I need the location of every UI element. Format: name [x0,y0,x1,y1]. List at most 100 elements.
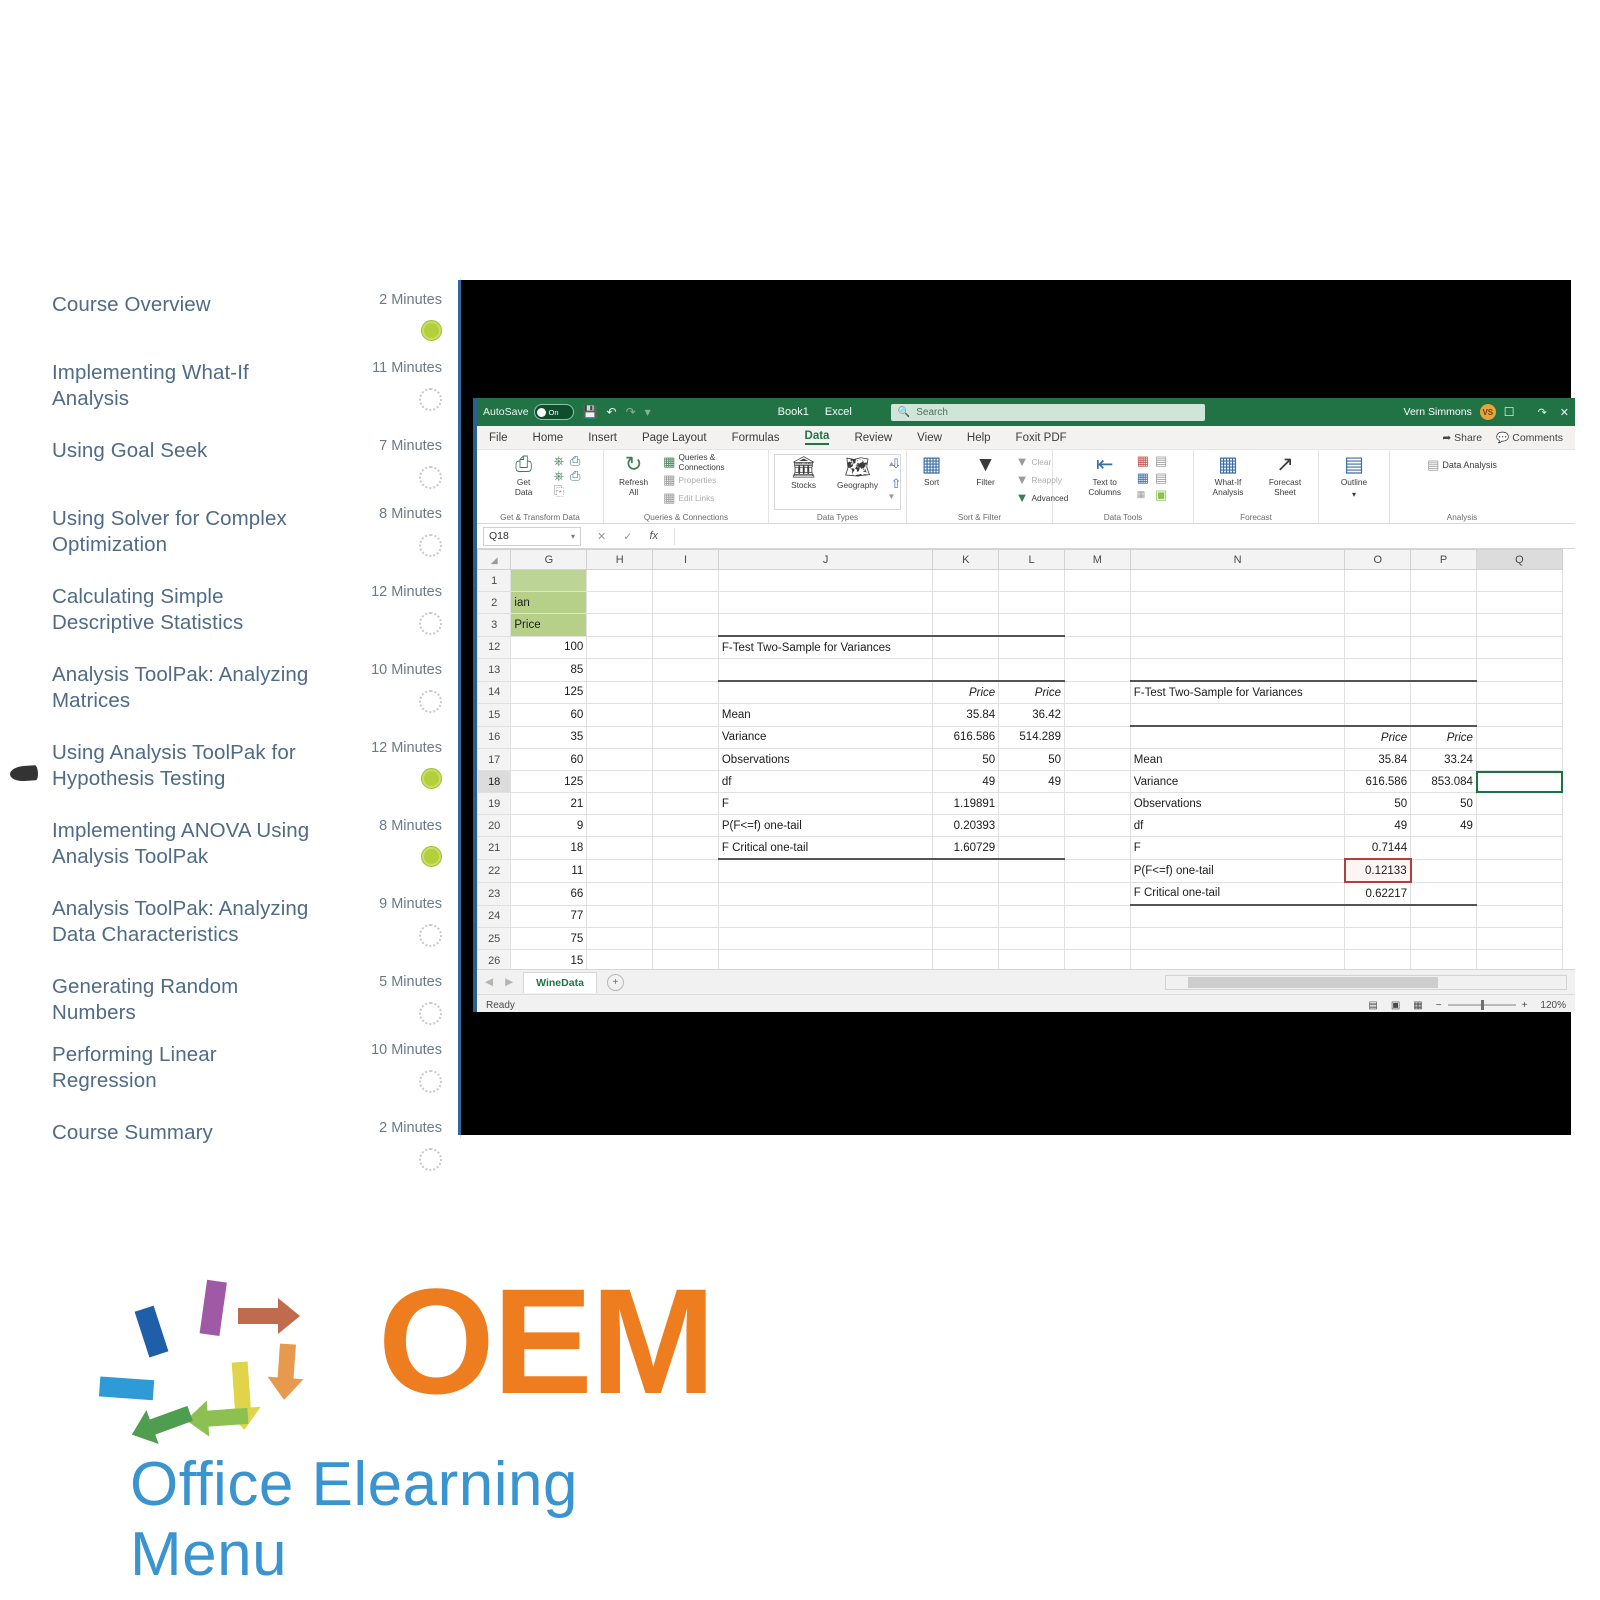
grid-cell-I13[interactable] [652,658,719,682]
course-lesson-item[interactable]: Analysis ToolPak: Analyzing Matrices 10 M… [0,662,460,713]
grid-cell-L1[interactable] [998,569,1065,592]
save-icon[interactable]: 💾 [583,406,598,418]
grid-cell-M16[interactable] [1063,725,1131,749]
grid-cell-Q12[interactable] [1475,635,1564,659]
grid-cell-H21[interactable] [586,836,654,860]
grid-cell-Q18[interactable] [1475,770,1564,793]
grid-cell-G14[interactable]: 125 [510,680,588,704]
outline-button[interactable]: ▤ Outline ▾ [1330,454,1378,499]
grid-cell-J14[interactable] [717,680,934,704]
grid-cell-N23[interactable]: F Critical one-tail [1129,881,1346,906]
row-header-21[interactable]: 21 [477,836,512,860]
grid-cell-Q2[interactable] [1475,591,1564,614]
grid-cell-J16[interactable]: Variance [717,725,934,749]
grid-cell-K16[interactable]: 616.586 [932,725,1000,749]
grid-cell-L3[interactable] [998,613,1065,637]
grid-cell-H25[interactable] [586,927,654,950]
grid-cell-O22[interactable]: 0.12133 [1343,858,1412,883]
geography-button[interactable]: 🗺 Geography [834,457,882,491]
course-lesson-item[interactable]: Using Goal Seek 7 Minutes [0,438,460,489]
grid-cell-Q15[interactable] [1475,703,1564,727]
grid-cell-O12[interactable] [1344,635,1412,659]
grid-cell-J13[interactable] [717,658,934,682]
grid-cell-H19[interactable] [586,792,654,815]
course-lesson-item[interactable]: Generating Random Numbers 5 Minutes [0,974,460,1025]
grid-cell-L16[interactable]: 514.289 [998,725,1065,749]
undo-icon[interactable]: ↶ [607,406,617,418]
grid-cell-H22[interactable] [586,858,654,883]
zoom-slider-track[interactable] [1447,1000,1516,1010]
grid-cell-J3[interactable] [717,613,934,637]
grid-cell-O1[interactable] [1344,569,1412,592]
grid-cell-N26[interactable] [1129,949,1346,969]
grid-cell-Q24[interactable] [1475,904,1564,928]
row-header-15[interactable]: 15 [477,703,512,727]
grid-cell-M21[interactable] [1063,836,1131,860]
grid-cell-L15[interactable]: 36.42 [998,703,1065,727]
column-header-i[interactable]: I [652,549,719,570]
grid-cell-G2[interactable]: ian [510,591,588,614]
row-header-20[interactable]: 20 [477,814,512,837]
grid-cell-K19[interactable]: 1.19891 [932,792,1000,815]
row-header-16[interactable]: 16 [477,725,512,749]
course-lesson-item[interactable]: Performing Linear Regression 10 Minutes [0,1042,460,1093]
grid-cell-I3[interactable] [652,613,719,637]
grid-cell-M24[interactable] [1063,904,1131,928]
grid-cell-K3[interactable] [932,613,1000,637]
grid-cell-H23[interactable] [586,881,654,906]
grid-cell-I18[interactable] [652,770,719,793]
previous-sheet-icon[interactable]: ◀ [485,976,493,988]
grid-cell-O21[interactable]: 0.7144 [1344,836,1412,860]
grid-cell-Q17[interactable] [1475,748,1564,771]
grid-cell-L20[interactable] [998,814,1065,837]
autosave-toggle[interactable]: AutoSave On [483,404,574,420]
what-if-analysis-button[interactable]: ▦ What-If Analysis [1202,454,1254,497]
grid-cell-M1[interactable] [1063,569,1131,592]
page-break-preview-icon[interactable]: ▦ [1413,1000,1422,1011]
grid-cell-H1[interactable] [586,569,654,592]
recent-sources-icon[interactable]: ⎘ [554,484,564,497]
text-to-columns-button[interactable]: ⇤ Text to Columns [1079,454,1131,497]
presence-icon[interactable]: ☐ [1504,406,1515,418]
grid-cell-H14[interactable] [586,680,654,704]
grid-cell-N24[interactable] [1129,904,1346,928]
page-layout-view-icon[interactable]: ▣ [1391,1000,1400,1011]
tab-formulas[interactable]: Formulas [732,432,780,444]
column-header-n[interactable]: N [1129,549,1346,570]
grid-cell-P19[interactable]: 50 [1410,792,1477,815]
grid-cell-P24[interactable] [1410,904,1477,928]
grid-cell-J12[interactable]: F-Test Two-Sample for Variances [717,635,934,659]
grid-cell-M13[interactable] [1063,658,1131,682]
close-icon[interactable]: ✕ [1560,406,1569,419]
get-data-button[interactable]: ⎙ Get Data [500,454,548,497]
name-box[interactable]: Q18 ▾ [483,526,581,546]
grid-cell-Q26[interactable] [1475,949,1564,969]
course-lesson-item[interactable]: Implementing ANOVA Using Analysis ToolPa… [0,818,460,869]
grid-cell-N13[interactable] [1129,658,1346,682]
grid-cell-K18[interactable]: 49 [932,770,1000,793]
grid-cell-L13[interactable] [998,658,1065,682]
grid-cell-P15[interactable] [1410,703,1477,727]
row-header-17[interactable]: 17 [477,748,512,771]
grid-cell-K14[interactable]: Price [932,680,1000,704]
grid-cell-H16[interactable] [586,725,654,749]
grid-cell-P26[interactable] [1410,949,1477,969]
grid-cell-M26[interactable] [1063,949,1131,969]
grid-cell-H3[interactable] [586,613,654,637]
grid-cell-N14[interactable]: F-Test Two-Sample for Variances [1129,680,1346,704]
grid-cell-I26[interactable] [652,949,719,969]
grid-cell-P22[interactable] [1410,858,1477,883]
grid-cell-J19[interactable]: F [717,792,934,815]
comments-button[interactable]: 💬 Comments [1496,431,1563,445]
tab-file[interactable]: File [489,432,508,444]
grid-cell-Q14[interactable] [1475,680,1564,704]
flash-fill-icon[interactable]: ▦ [1137,454,1149,467]
grid-cell-K2[interactable] [932,591,1000,614]
grid-cell-H12[interactable] [586,635,654,659]
cancel-icon[interactable]: ✕ [597,530,606,543]
column-header-j[interactable]: J [717,549,934,570]
tab-insert[interactable]: Insert [588,432,617,444]
grid-cell-P17[interactable]: 33.24 [1410,748,1477,771]
grid-cell-H13[interactable] [586,658,654,682]
grid-cell-J25[interactable] [717,927,934,950]
